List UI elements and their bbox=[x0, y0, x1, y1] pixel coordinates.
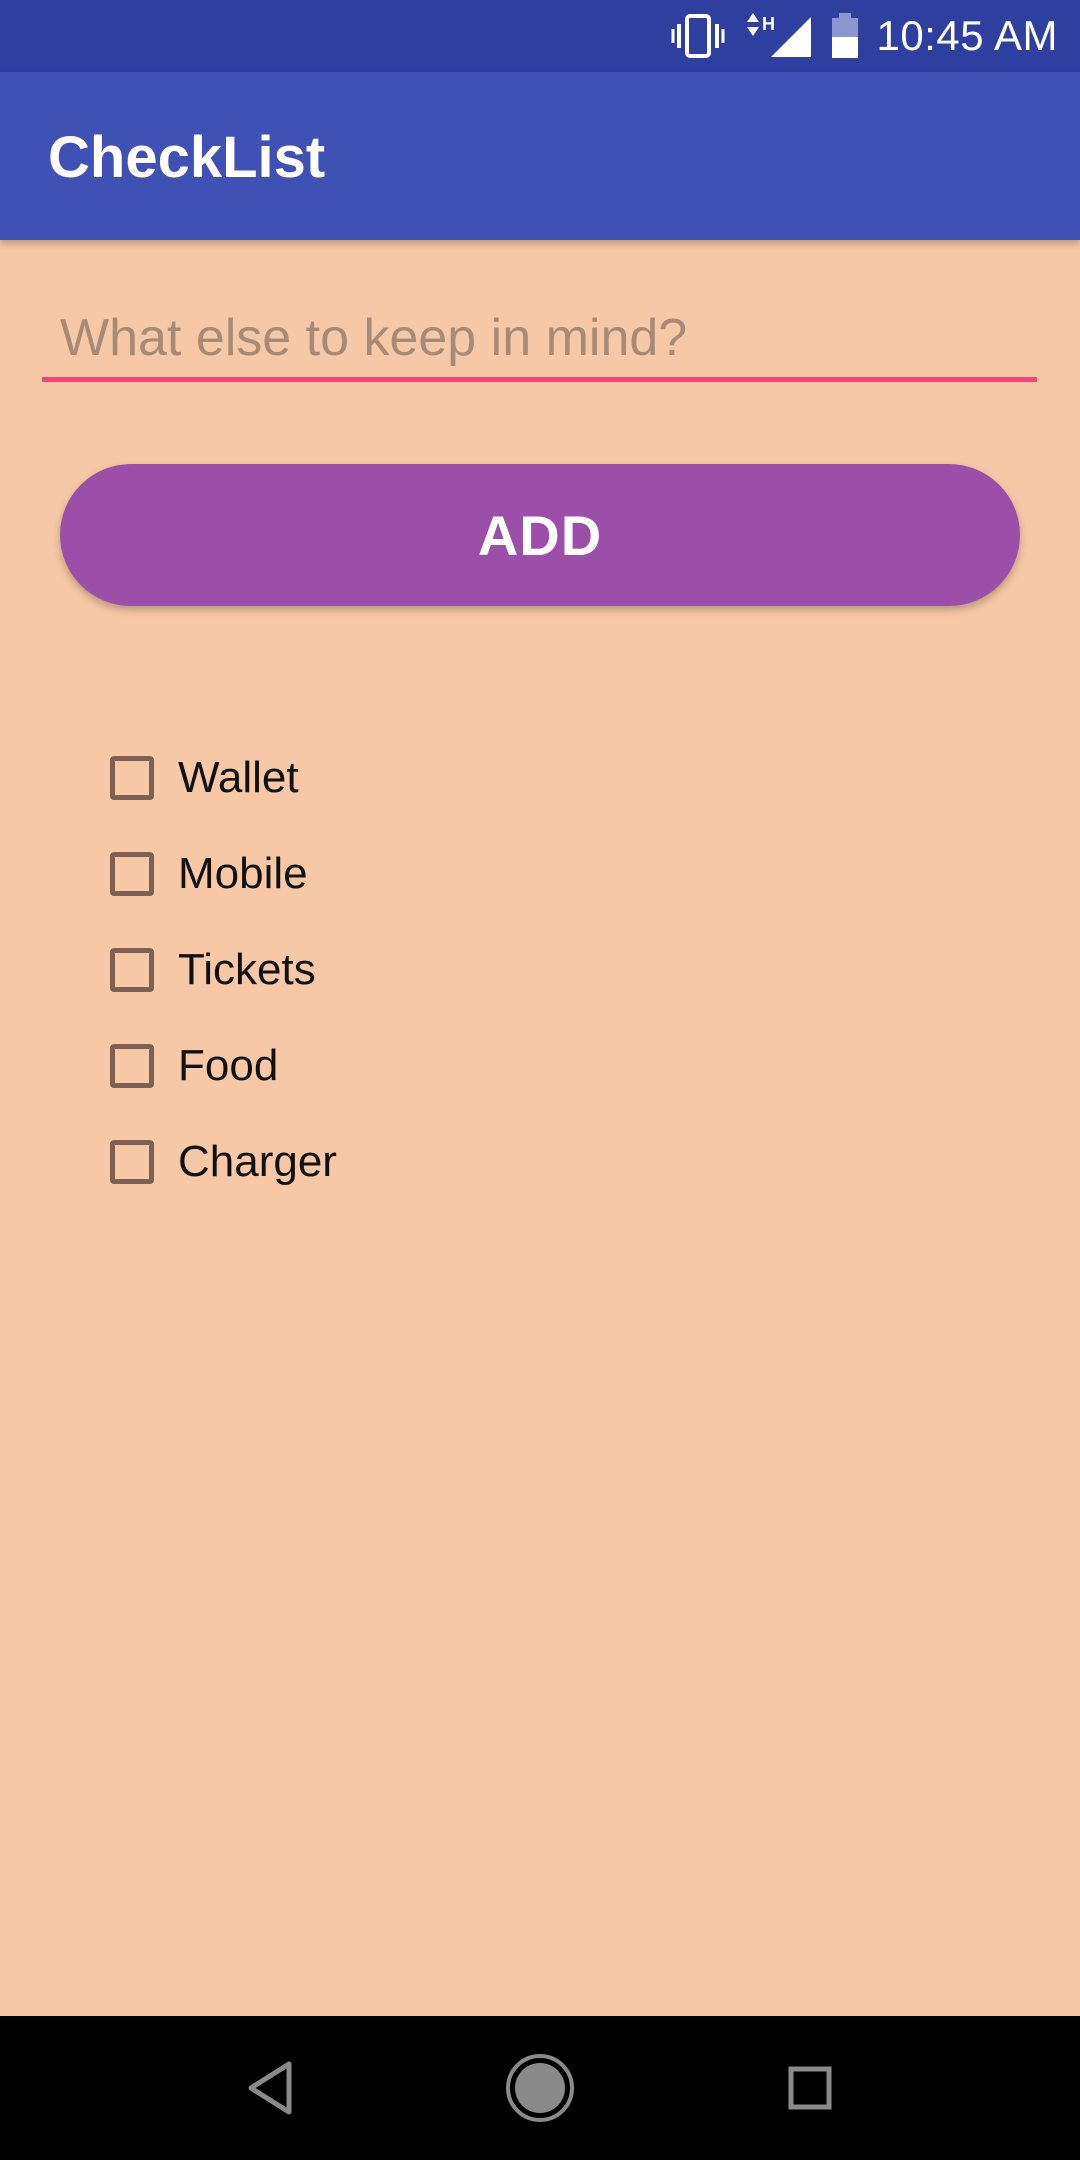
checkbox[interactable] bbox=[110, 852, 154, 896]
checklist-item-label: Tickets bbox=[178, 945, 316, 994]
checklist-item-label: Wallet bbox=[178, 753, 299, 802]
checklist-item-mobile[interactable]: Mobile bbox=[110, 826, 910, 922]
checkbox[interactable] bbox=[110, 1140, 154, 1184]
app-title: CheckList bbox=[48, 125, 326, 190]
checkbox[interactable] bbox=[110, 948, 154, 992]
back-icon[interactable] bbox=[220, 2038, 320, 2138]
checklist-item-label: Charger bbox=[178, 1137, 337, 1186]
vibrate-icon bbox=[671, 14, 725, 58]
checkbox[interactable] bbox=[110, 756, 154, 800]
home-icon[interactable] bbox=[490, 2038, 590, 2138]
checklist-item-charger[interactable]: Charger bbox=[110, 1114, 910, 1210]
recents-icon[interactable] bbox=[760, 2038, 860, 2138]
network-type-label: H bbox=[762, 14, 775, 34]
battery-icon bbox=[831, 13, 859, 59]
checklist: Wallet Mobile Tickets Food Charger bbox=[110, 730, 910, 1210]
add-button[interactable]: ADD bbox=[60, 464, 1020, 606]
add-button-label: ADD bbox=[477, 503, 603, 567]
checklist-item-food[interactable]: Food bbox=[110, 1018, 910, 1114]
item-input[interactable] bbox=[60, 306, 1020, 370]
status-bar: H 10:45 AM bbox=[0, 0, 1080, 72]
app-bar: CheckList bbox=[0, 72, 1080, 240]
checklist-item-tickets[interactable]: Tickets bbox=[110, 922, 910, 1018]
status-time: 10:45 AM bbox=[876, 12, 1058, 59]
checklist-item-label: Food bbox=[178, 1041, 279, 1090]
checkbox[interactable] bbox=[110, 1044, 154, 1088]
status-icons: H 10:45 AM bbox=[671, 0, 1058, 72]
navigation-bar bbox=[0, 2016, 1080, 2160]
checklist-item-wallet[interactable]: Wallet bbox=[110, 730, 910, 826]
item-input-container bbox=[42, 292, 1037, 382]
checklist-item-label: Mobile bbox=[178, 849, 308, 898]
signal-icon: H bbox=[743, 13, 813, 59]
